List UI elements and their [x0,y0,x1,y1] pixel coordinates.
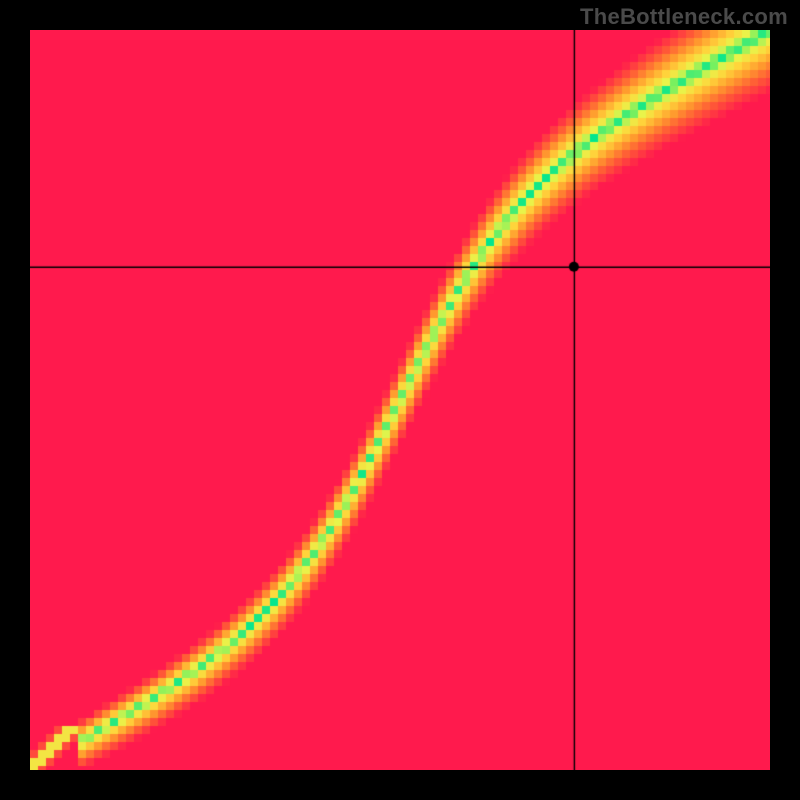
chart-container: TheBottleneck.com [0,0,800,800]
heatmap-canvas [30,30,770,770]
heatmap-plot [30,30,770,770]
watermark-text: TheBottleneck.com [580,4,788,30]
